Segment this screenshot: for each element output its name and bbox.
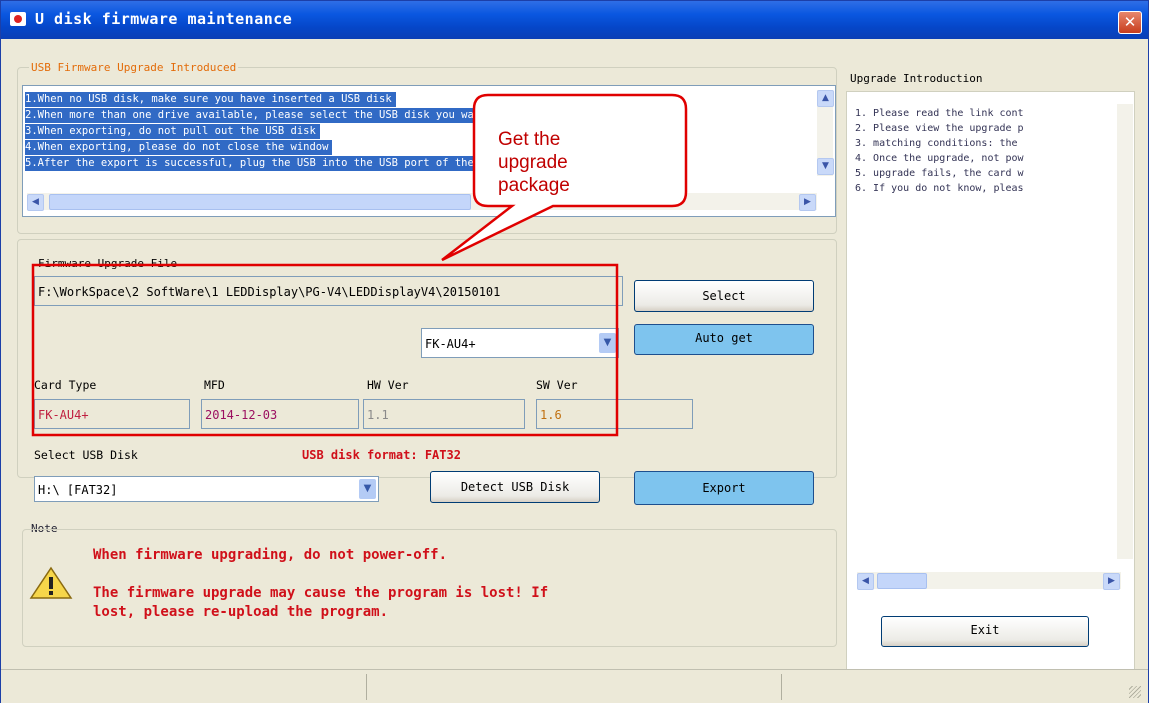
annotation-highlight-box xyxy=(31,263,619,437)
annotation-overlay xyxy=(31,93,688,437)
callout-text-3: package xyxy=(498,175,570,196)
callout-text-2: upgrade xyxy=(498,152,568,173)
callout-text-1: Get the xyxy=(498,129,561,150)
